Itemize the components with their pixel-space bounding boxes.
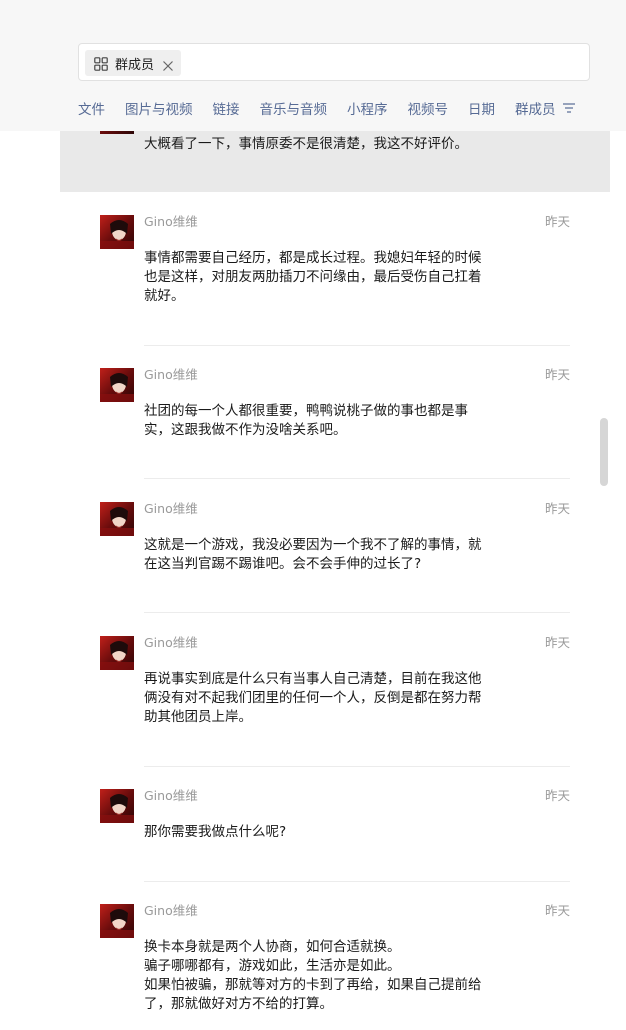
- tab-images-videos[interactable]: 图片与视频: [125, 98, 193, 118]
- tab-mini-programs[interactable]: 小程序: [347, 98, 388, 118]
- message-content: 大概看了一下，事情原委不是很清楚，我这不好评价。: [144, 136, 468, 152]
- tab-group-members-label: 群成员: [515, 102, 556, 118]
- avatar[interactable]: [100, 502, 134, 536]
- sender-name: Gino维维: [144, 903, 198, 918]
- sender-name: Gino维维: [144, 214, 198, 229]
- message-list: 大概看了一下，事情原委不是很清楚，我这不好评价。 Gino维维 昨天 事情都需要自己…: [0, 0, 626, 1030]
- filter-icon: [562, 102, 576, 114]
- avatar[interactable]: [100, 368, 134, 402]
- sender-name: Gino维维: [144, 501, 198, 516]
- message-time: 昨天: [544, 635, 570, 650]
- message-content: 那你需要我做点什么呢?: [144, 824, 287, 840]
- tab-date[interactable]: 日期: [468, 98, 495, 118]
- message-content: 社团的每一个人都很重要，鸭鸭说桃子做的事也都是事 实，这跟我做不作为没啥关系吧。: [144, 403, 468, 438]
- divider: [144, 612, 570, 613]
- search-header: 群成员 文件 图片与视频 链接 音乐与音频 小程序 视频号 日期 群成员: [0, 0, 626, 131]
- divider: [144, 881, 570, 882]
- message-content: 事情都需要自己经历，都是成长过程。我媳妇年轻的时候 也是这样，对朋友两肋插刀不问…: [144, 250, 482, 304]
- tab-channels[interactable]: 视频号: [408, 98, 449, 118]
- sender-name: Gino维维: [144, 788, 198, 803]
- message-time: 昨天: [544, 788, 570, 803]
- message-time: 昨天: [544, 367, 570, 382]
- avatar[interactable]: [100, 904, 134, 938]
- tab-files[interactable]: 文件: [78, 98, 105, 118]
- message-time: 昨天: [544, 214, 570, 229]
- sender-name: Gino维维: [144, 367, 198, 382]
- divider: [144, 345, 570, 346]
- grid-icon: [94, 56, 108, 71]
- category-tabs: 文件 图片与视频 链接 音乐与音频 小程序 视频号 日期 群成员: [78, 98, 576, 118]
- message-time: 昨天: [544, 501, 570, 516]
- tab-group-members[interactable]: 群成员: [515, 98, 576, 118]
- avatar[interactable]: [100, 636, 134, 670]
- tab-links[interactable]: 链接: [213, 98, 240, 118]
- avatar[interactable]: [100, 215, 134, 249]
- close-icon[interactable]: [162, 57, 174, 71]
- sender-name: Gino维维: [144, 635, 198, 650]
- filter-chip-label: 群成员: [115, 57, 155, 73]
- message-content: 这就是一个游戏，我没必要因为一个我不了解的事情，就 在这当判官踢不踢谁吧。会不会…: [144, 537, 482, 572]
- filter-chip-group-members[interactable]: 群成员: [85, 50, 181, 76]
- message-time: 昨天: [544, 903, 570, 918]
- tab-music-audio[interactable]: 音乐与音频: [260, 98, 328, 118]
- message-content: 换卡本身就是两个人协商，如何合适就换。 骗子哪哪都有，游戏如此，生活亦是如此。 …: [144, 939, 482, 1012]
- divider: [144, 478, 570, 479]
- search-input[interactable]: 群成员: [78, 43, 590, 81]
- message-content: 再说事实到底是什么只有当事人自己清楚，目前在我这他 俩没有对不起我们团里的任何一…: [144, 671, 482, 725]
- scrollbar-thumb[interactable]: [600, 418, 608, 486]
- avatar[interactable]: [100, 789, 134, 823]
- divider: [144, 766, 570, 767]
